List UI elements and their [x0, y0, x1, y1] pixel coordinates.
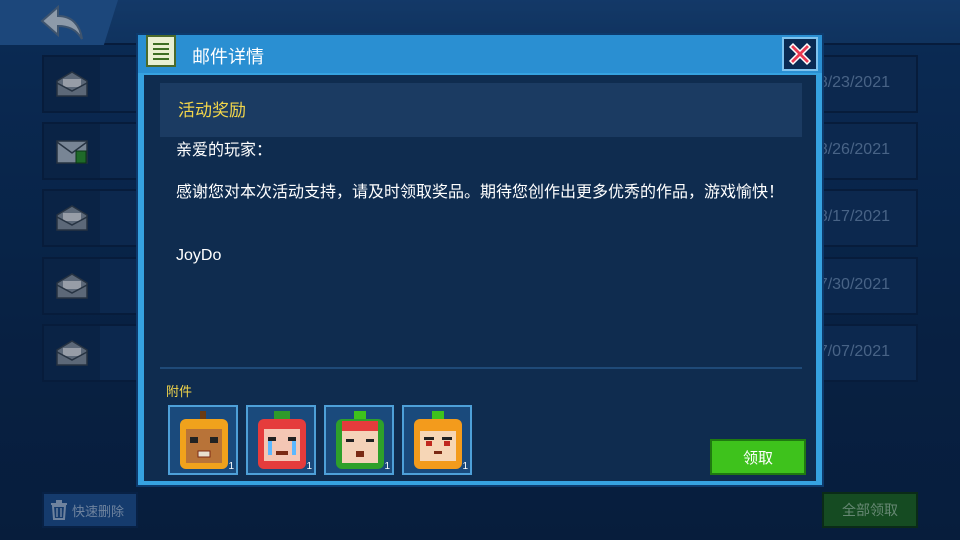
close-button[interactable]	[782, 37, 818, 71]
watermelon-fruit-icon	[336, 411, 384, 469]
claim-label: 领取	[742, 448, 773, 467]
dialog-header: 邮件详情	[138, 35, 822, 73]
attachments-label: 附件	[166, 385, 193, 400]
mail-body: 感谢您对本次活动支持，请及时领取奖品。期待您创作出更多优秀的作品，游戏愉快！	[176, 182, 785, 201]
attachment-qty: 1	[228, 461, 234, 472]
attachments-list: 1 1 1 1	[168, 405, 472, 475]
claim-button[interactable]: 领取	[710, 439, 806, 475]
document-icon	[146, 35, 176, 67]
attachment-qty: 1	[462, 461, 468, 472]
dialog-body: 活动奖励 亲爱的玩家： 感谢您对本次活动支持，请及时领取奖品。期待您创作出更多优…	[144, 75, 816, 481]
mail-detail-dialog: 邮件详情 活动奖励 亲爱的玩家： 感谢您对本次活动支持，请及时领取奖品。期待您创…	[136, 33, 824, 487]
divider	[160, 367, 802, 369]
subject-box: 活动奖励	[160, 83, 802, 137]
attachment-item[interactable]: 1	[324, 405, 394, 475]
orange-fruit-icon	[180, 411, 228, 469]
attachment-item[interactable]: 1	[402, 405, 472, 475]
dialog-title: 邮件详情	[192, 47, 264, 68]
strawberry-fruit-icon	[258, 411, 306, 469]
mail-signature: JoyDo	[176, 247, 222, 264]
attachment-qty: 1	[306, 461, 312, 472]
mail-greeting: 亲爱的玩家：	[176, 140, 273, 159]
mail-subject: 活动奖励	[178, 101, 246, 121]
close-icon	[788, 42, 812, 66]
attachment-qty: 1	[384, 461, 390, 472]
orange-angry-icon	[414, 411, 462, 469]
attachment-item[interactable]: 1	[246, 405, 316, 475]
attachment-item[interactable]: 1	[168, 405, 238, 475]
